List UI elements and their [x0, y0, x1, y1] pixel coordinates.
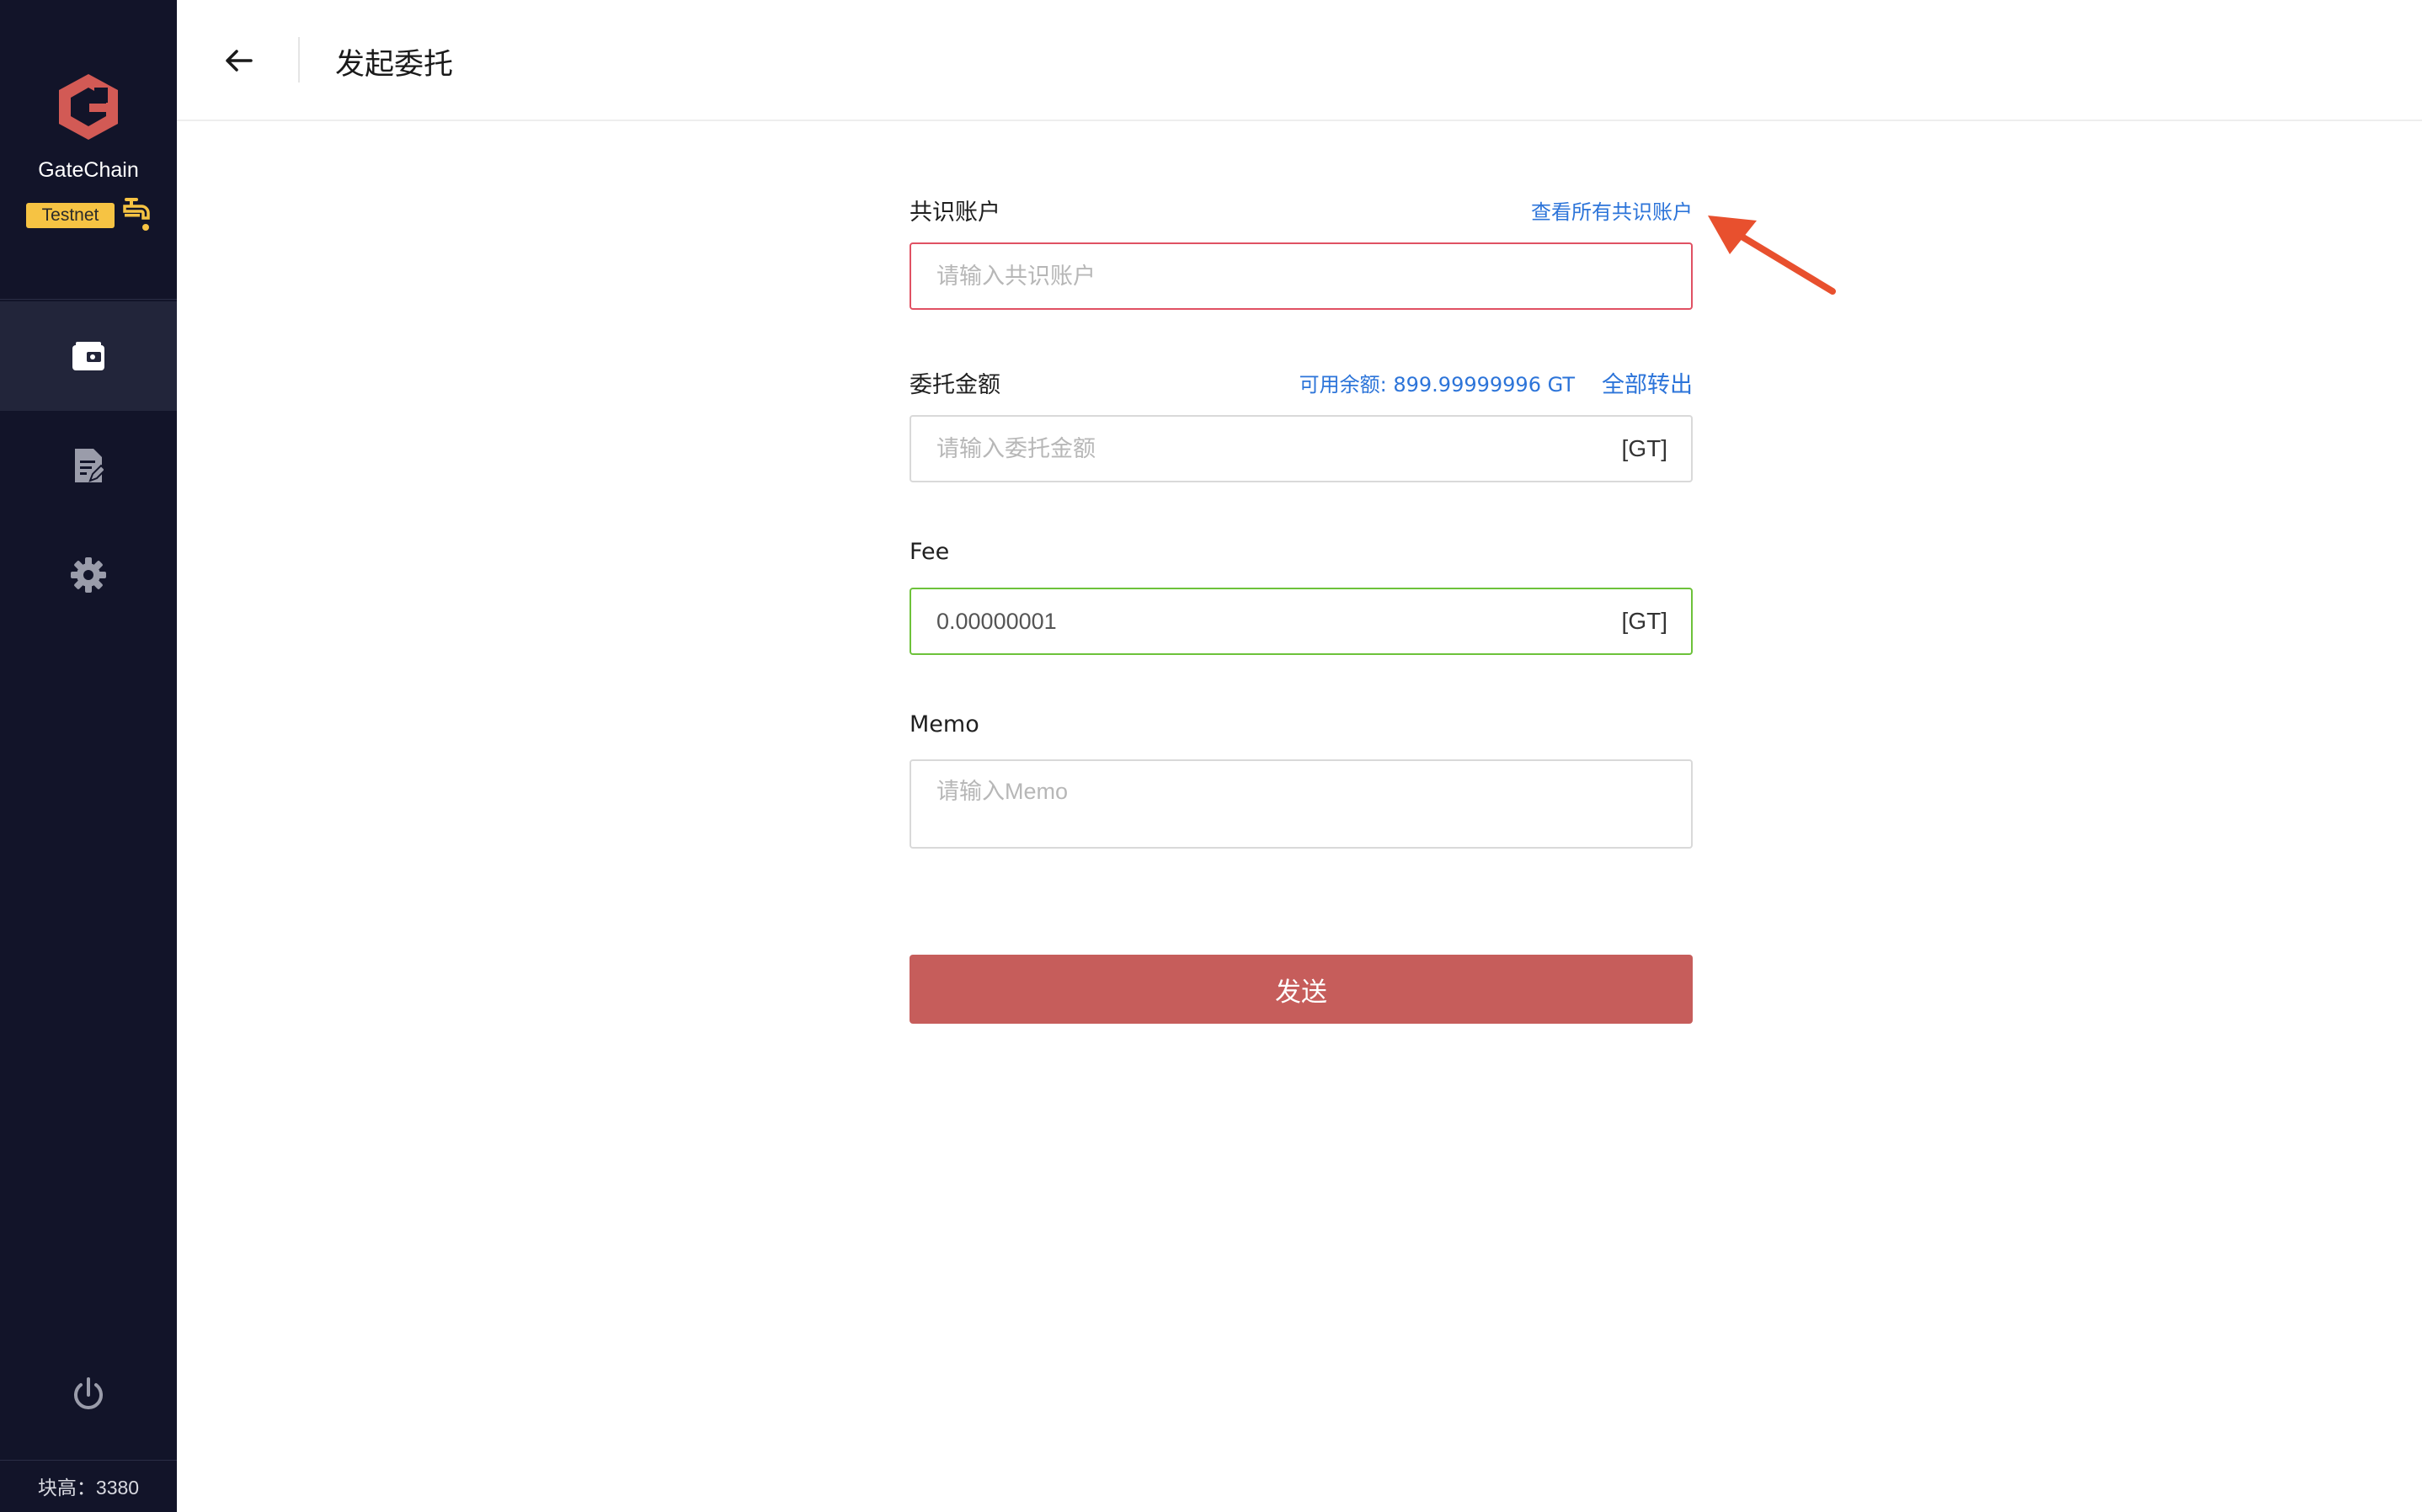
sidebar-bottom-divider	[0, 1460, 177, 1461]
header-divider	[298, 37, 300, 83]
consensus-account-input[interactable]	[936, 244, 1593, 308]
network-badge: Testnet	[26, 203, 115, 228]
block-height: 块高：3380	[37, 1477, 140, 1499]
amount-field: [GT]	[910, 415, 1693, 482]
view-all-consensus-accounts-link[interactable]: 查看所有共识账户	[1531, 195, 1693, 225]
fee-unit: [GT]	[1621, 608, 1667, 634]
amount-label: 委托金额	[910, 372, 1000, 398]
wallet-icon	[72, 342, 104, 370]
consensus-account-label: 共识账户	[910, 200, 1000, 226]
sidebar-item-wallet[interactable]	[0, 301, 177, 411]
arrow-left-icon	[226, 50, 253, 72]
annotation-arrow-icon	[1708, 216, 1836, 295]
power-icon	[74, 1377, 103, 1409]
fee-field: [GT]	[910, 588, 1693, 655]
sidebar: GateChain Testnet 块高：3380	[0, 0, 177, 1512]
sidebar-item-records[interactable]	[0, 411, 177, 520]
memo-field	[910, 759, 1693, 849]
page-header: 发起委托	[177, 0, 2422, 121]
document-edit-icon	[75, 449, 104, 482]
send-button[interactable]: 发送	[910, 955, 1693, 1024]
gear-icon	[71, 557, 106, 593]
sidebar-item-settings[interactable]	[0, 520, 177, 630]
memo-label: Memo	[910, 711, 979, 737]
amount-input[interactable]	[936, 417, 1593, 481]
consensus-account-field	[910, 242, 1693, 310]
logout-button[interactable]	[0, 1340, 177, 1450]
faucet-icon[interactable]	[121, 196, 152, 233]
back-button[interactable]	[216, 37, 263, 84]
gatechain-logo[interactable]	[56, 72, 121, 141]
amount-unit: [GT]	[1621, 435, 1667, 461]
transfer-all-button[interactable]: 全部转出	[1602, 366, 1693, 399]
available-balance: 可用余额: 899.99999996 GT	[1299, 373, 1575, 397]
brand-name: GateChain	[38, 158, 139, 182]
fee-input[interactable]	[936, 589, 1593, 653]
fee-label: Fee	[910, 539, 950, 565]
sidebar-divider	[0, 299, 177, 300]
memo-input[interactable]	[936, 773, 1593, 840]
page-title: 发起委托	[335, 48, 454, 82]
